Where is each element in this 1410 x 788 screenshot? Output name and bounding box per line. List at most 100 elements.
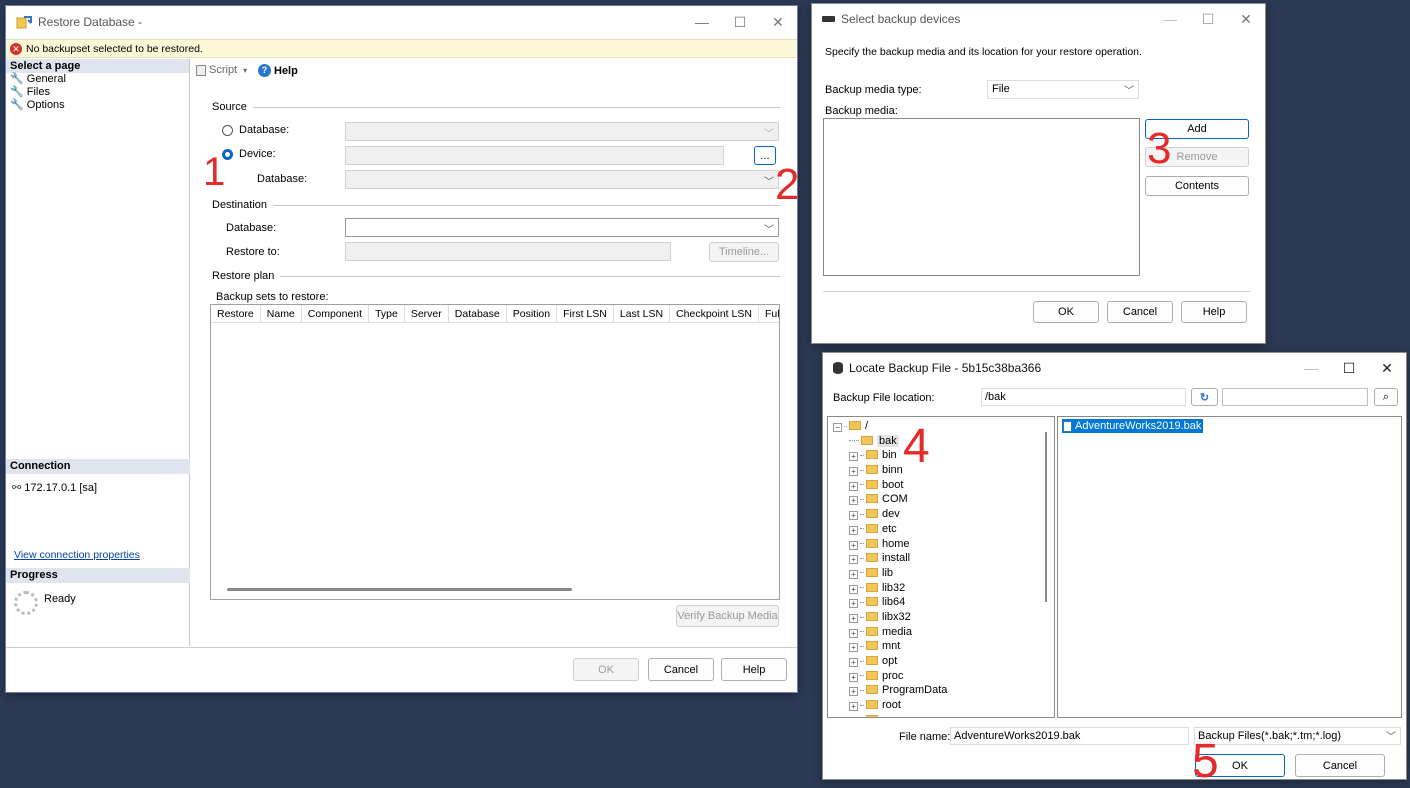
database-radio[interactable]: Database: — [222, 124, 289, 136]
file-type-select[interactable]: Backup Files(*.bak;*.tm;*.log) ﹀ — [1194, 727, 1401, 745]
page-item-options[interactable]: 🔧 Options — [6, 99, 189, 112]
tree-folder-item[interactable]: + opt — [833, 654, 1054, 669]
tree-folder-item[interactable]: + lib64 — [833, 595, 1054, 610]
expand-icon[interactable]: + — [849, 452, 858, 462]
timeline-button[interactable]: Timeline... — [709, 242, 779, 262]
expand-icon[interactable]: + — [849, 525, 858, 535]
device-radio[interactable]: Device: — [222, 148, 276, 160]
source-database-select[interactable]: ﹀ — [345, 122, 779, 141]
verify-backup-media-button[interactable]: Verify Backup Media — [676, 605, 779, 627]
horizontal-scrollbar[interactable] — [227, 588, 572, 591]
page-item-general[interactable]: 🔧 General — [6, 73, 189, 86]
expand-icon[interactable]: + — [849, 702, 858, 712]
tree-folder-item[interactable]: + etc — [833, 522, 1054, 537]
expand-icon[interactable]: + — [849, 658, 858, 667]
minimize-icon[interactable]: — — [683, 14, 721, 30]
file-name-field[interactable]: AdventureWorks2019.bak — [950, 727, 1189, 745]
ok-button[interactable]: OK — [573, 658, 639, 681]
tree-folder-item[interactable]: + install — [833, 551, 1054, 566]
column-header[interactable]: Full LS — [759, 305, 779, 322]
tree-folder-item[interactable]: + home — [833, 537, 1054, 552]
expand-icon[interactable]: + — [849, 555, 858, 565]
tree-folder-item[interactable]: + lib32 — [833, 581, 1054, 596]
tree-folder-item[interactable]: + COM — [833, 492, 1054, 507]
tree-folder-item[interactable]: + ProgramData — [833, 683, 1054, 698]
expand-icon[interactable]: + — [849, 540, 858, 550]
restore-to-field[interactable] — [345, 242, 671, 261]
tree-root[interactable]: − / — [833, 419, 1054, 434]
column-header[interactable]: Last LSN — [614, 305, 671, 322]
dest-database-select[interactable]: ﹀ — [345, 218, 779, 237]
cancel-button[interactable]: Cancel — [1107, 301, 1173, 323]
maximize-icon[interactable]: ☐ — [721, 14, 759, 31]
script-button[interactable]: Script ▾ — [196, 64, 247, 76]
browse-device-button[interactable]: ... — [754, 146, 776, 165]
tree-folder-item[interactable]: + srv — [833, 713, 1054, 717]
backup-sets-table[interactable]: Restore Name Component Type Server Database Po… — [210, 304, 780, 600]
ok-button[interactable]: OK — [1033, 301, 1099, 323]
cancel-button[interactable]: Cancel — [1295, 754, 1385, 777]
location-field[interactable]: /bak — [981, 388, 1186, 406]
search-field[interactable] — [1222, 388, 1368, 406]
expand-icon[interactable]: + — [849, 687, 858, 697]
tree-folder-item[interactable]: + binn — [833, 463, 1054, 478]
expand-icon[interactable]: + — [849, 672, 858, 682]
expand-icon[interactable]: + — [849, 584, 858, 594]
close-icon[interactable]: ✕ — [1368, 360, 1406, 377]
tree-folder-item[interactable]: + libx32 — [833, 610, 1054, 625]
tree-folder-item[interactable]: + lib — [833, 566, 1054, 581]
maximize-icon[interactable]: ☐ — [1330, 360, 1368, 377]
tree-folder-item[interactable]: + mnt — [833, 639, 1054, 654]
expand-icon[interactable]: + — [849, 628, 858, 638]
column-header[interactable]: Type — [369, 305, 405, 322]
refresh-button[interactable]: ↻ — [1191, 388, 1218, 406]
tree-folder-item[interactable]: + media — [833, 625, 1054, 640]
column-header[interactable]: Component — [302, 305, 370, 322]
maximize-icon[interactable]: ☐ — [1189, 11, 1227, 28]
expand-icon[interactable]: + — [849, 599, 858, 609]
expand-icon[interactable]: + — [849, 511, 858, 521]
column-header[interactable]: Restore — [211, 305, 261, 322]
column-header[interactable]: First LSN — [557, 305, 614, 322]
view-connection-link[interactable]: View connection properties — [14, 549, 140, 561]
column-header[interactable]: Name — [261, 305, 302, 322]
expand-icon[interactable]: + — [849, 496, 858, 506]
page-item-files[interactable]: 🔧 Files — [6, 86, 189, 99]
close-icon[interactable]: ✕ — [759, 14, 797, 31]
column-header[interactable]: Database — [449, 305, 507, 322]
expand-icon[interactable]: + — [849, 569, 858, 579]
cancel-button[interactable]: Cancel — [648, 658, 714, 681]
file-item[interactable]: AdventureWorks2019.bak — [1062, 419, 1204, 433]
expand-icon[interactable]: + — [849, 481, 858, 491]
contents-button[interactable]: Contents — [1145, 176, 1249, 196]
tree-folder-item[interactable]: + dev — [833, 507, 1054, 522]
file-list[interactable]: AdventureWorks2019.bak — [1057, 416, 1402, 718]
device-field[interactable] — [345, 146, 724, 165]
expand-icon[interactable]: + — [849, 643, 858, 653]
tree-scrollbar[interactable] — [1045, 432, 1047, 602]
column-header[interactable]: Checkpoint LSN — [670, 305, 759, 322]
help-footer-button[interactable]: Help — [721, 658, 787, 681]
help-button[interactable]: ? Help — [258, 64, 298, 77]
minimize-icon[interactable]: — — [1151, 11, 1189, 27]
column-header[interactable]: Position — [507, 305, 558, 322]
tree-folder-item[interactable]: bak — [833, 434, 1054, 449]
search-button[interactable]: ⌕ — [1374, 388, 1398, 406]
expand-icon[interactable]: + — [849, 716, 858, 717]
tree-folder-item[interactable]: + root — [833, 698, 1054, 713]
tree-folder-item[interactable]: + boot — [833, 478, 1054, 493]
tree-folder-item[interactable]: + bin — [833, 448, 1054, 463]
close-icon[interactable]: ✕ — [1227, 11, 1265, 28]
minimize-icon[interactable]: — — [1292, 360, 1330, 376]
collapse-icon[interactable]: − — [833, 423, 842, 432]
column-header[interactable]: Server — [405, 305, 449, 322]
folder-icon — [866, 626, 878, 636]
tree-folder-item[interactable]: + proc — [833, 669, 1054, 684]
folder-tree[interactable]: − / bak + bin + binn + boot + COM + dev + etc + home + in… — [827, 416, 1055, 718]
backup-media-list[interactable] — [823, 118, 1140, 276]
expand-icon[interactable]: + — [849, 613, 858, 623]
expand-icon[interactable]: + — [849, 467, 858, 477]
help-button[interactable]: Help — [1181, 301, 1247, 323]
media-type-select[interactable]: File ﹀ — [987, 80, 1139, 99]
device-database-select[interactable]: ﹀ — [345, 170, 779, 189]
